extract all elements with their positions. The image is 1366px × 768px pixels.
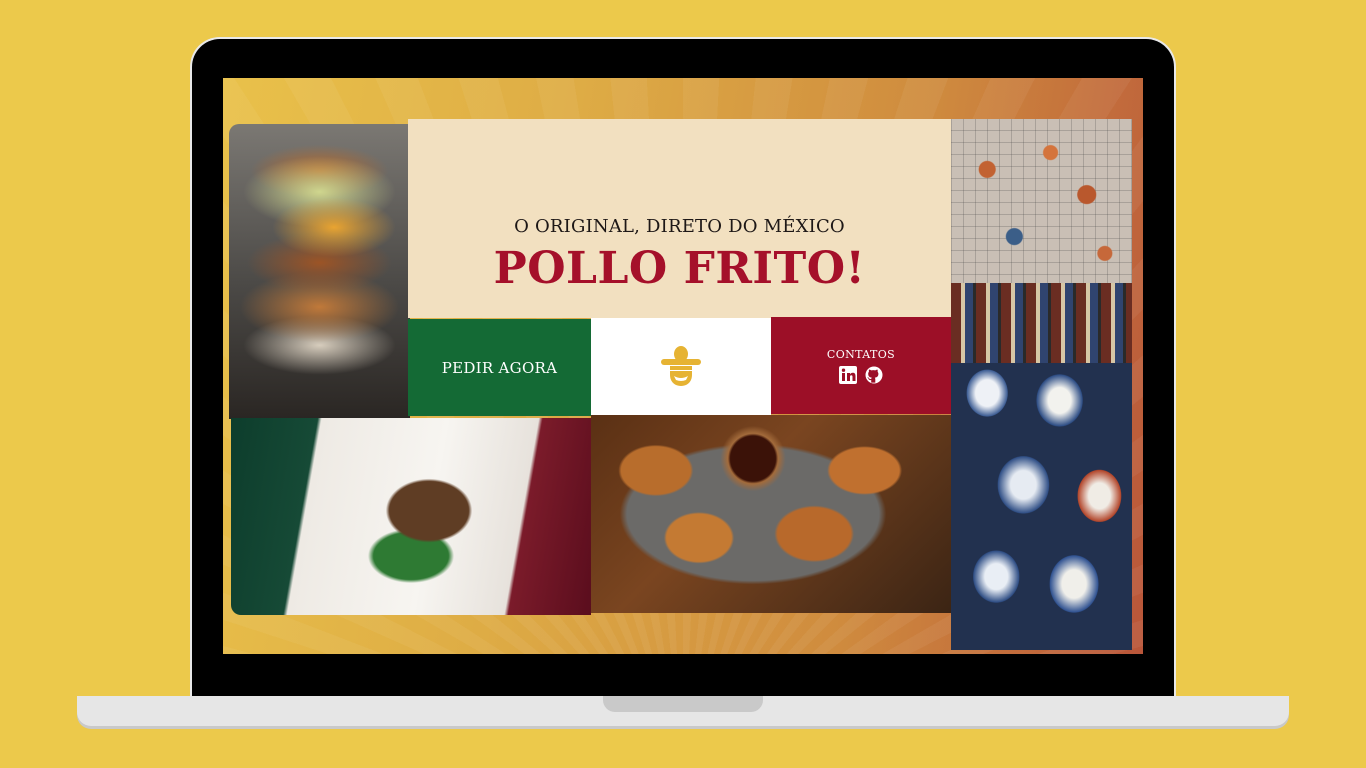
linkedin-icon[interactable] [839, 365, 857, 384]
fried-chicken-burger-photo [229, 124, 410, 419]
github-icon[interactable] [865, 366, 883, 384]
fried-chicken-basket-photo [591, 415, 951, 613]
hero-banner: O ORIGINAL, DIRETO DO MÉXICO POLLO FRITO… [408, 119, 951, 318]
contacts-label: CONTATOS [826, 347, 896, 361]
hero-headline: POLLO FRITO! [493, 243, 866, 294]
ceramic-lizard-wall-photo [951, 119, 1132, 287]
social-links [839, 365, 883, 384]
order-now-button[interactable]: PEDIR AGORA [408, 319, 591, 416]
hero-tagline: O ORIGINAL, DIRETO DO MÉXICO [514, 216, 845, 237]
laptop-notch [603, 696, 763, 712]
website-screen: O ORIGINAL, DIRETO DO MÉXICO POLLO FRITO… [223, 78, 1143, 654]
sombrero-face-icon [661, 345, 701, 386]
mexican-flag-photo [231, 418, 591, 615]
brand-logo [591, 318, 771, 415]
contacts-panel: CONTATOS [771, 317, 951, 414]
talavera-pottery-photo [951, 283, 1132, 650]
